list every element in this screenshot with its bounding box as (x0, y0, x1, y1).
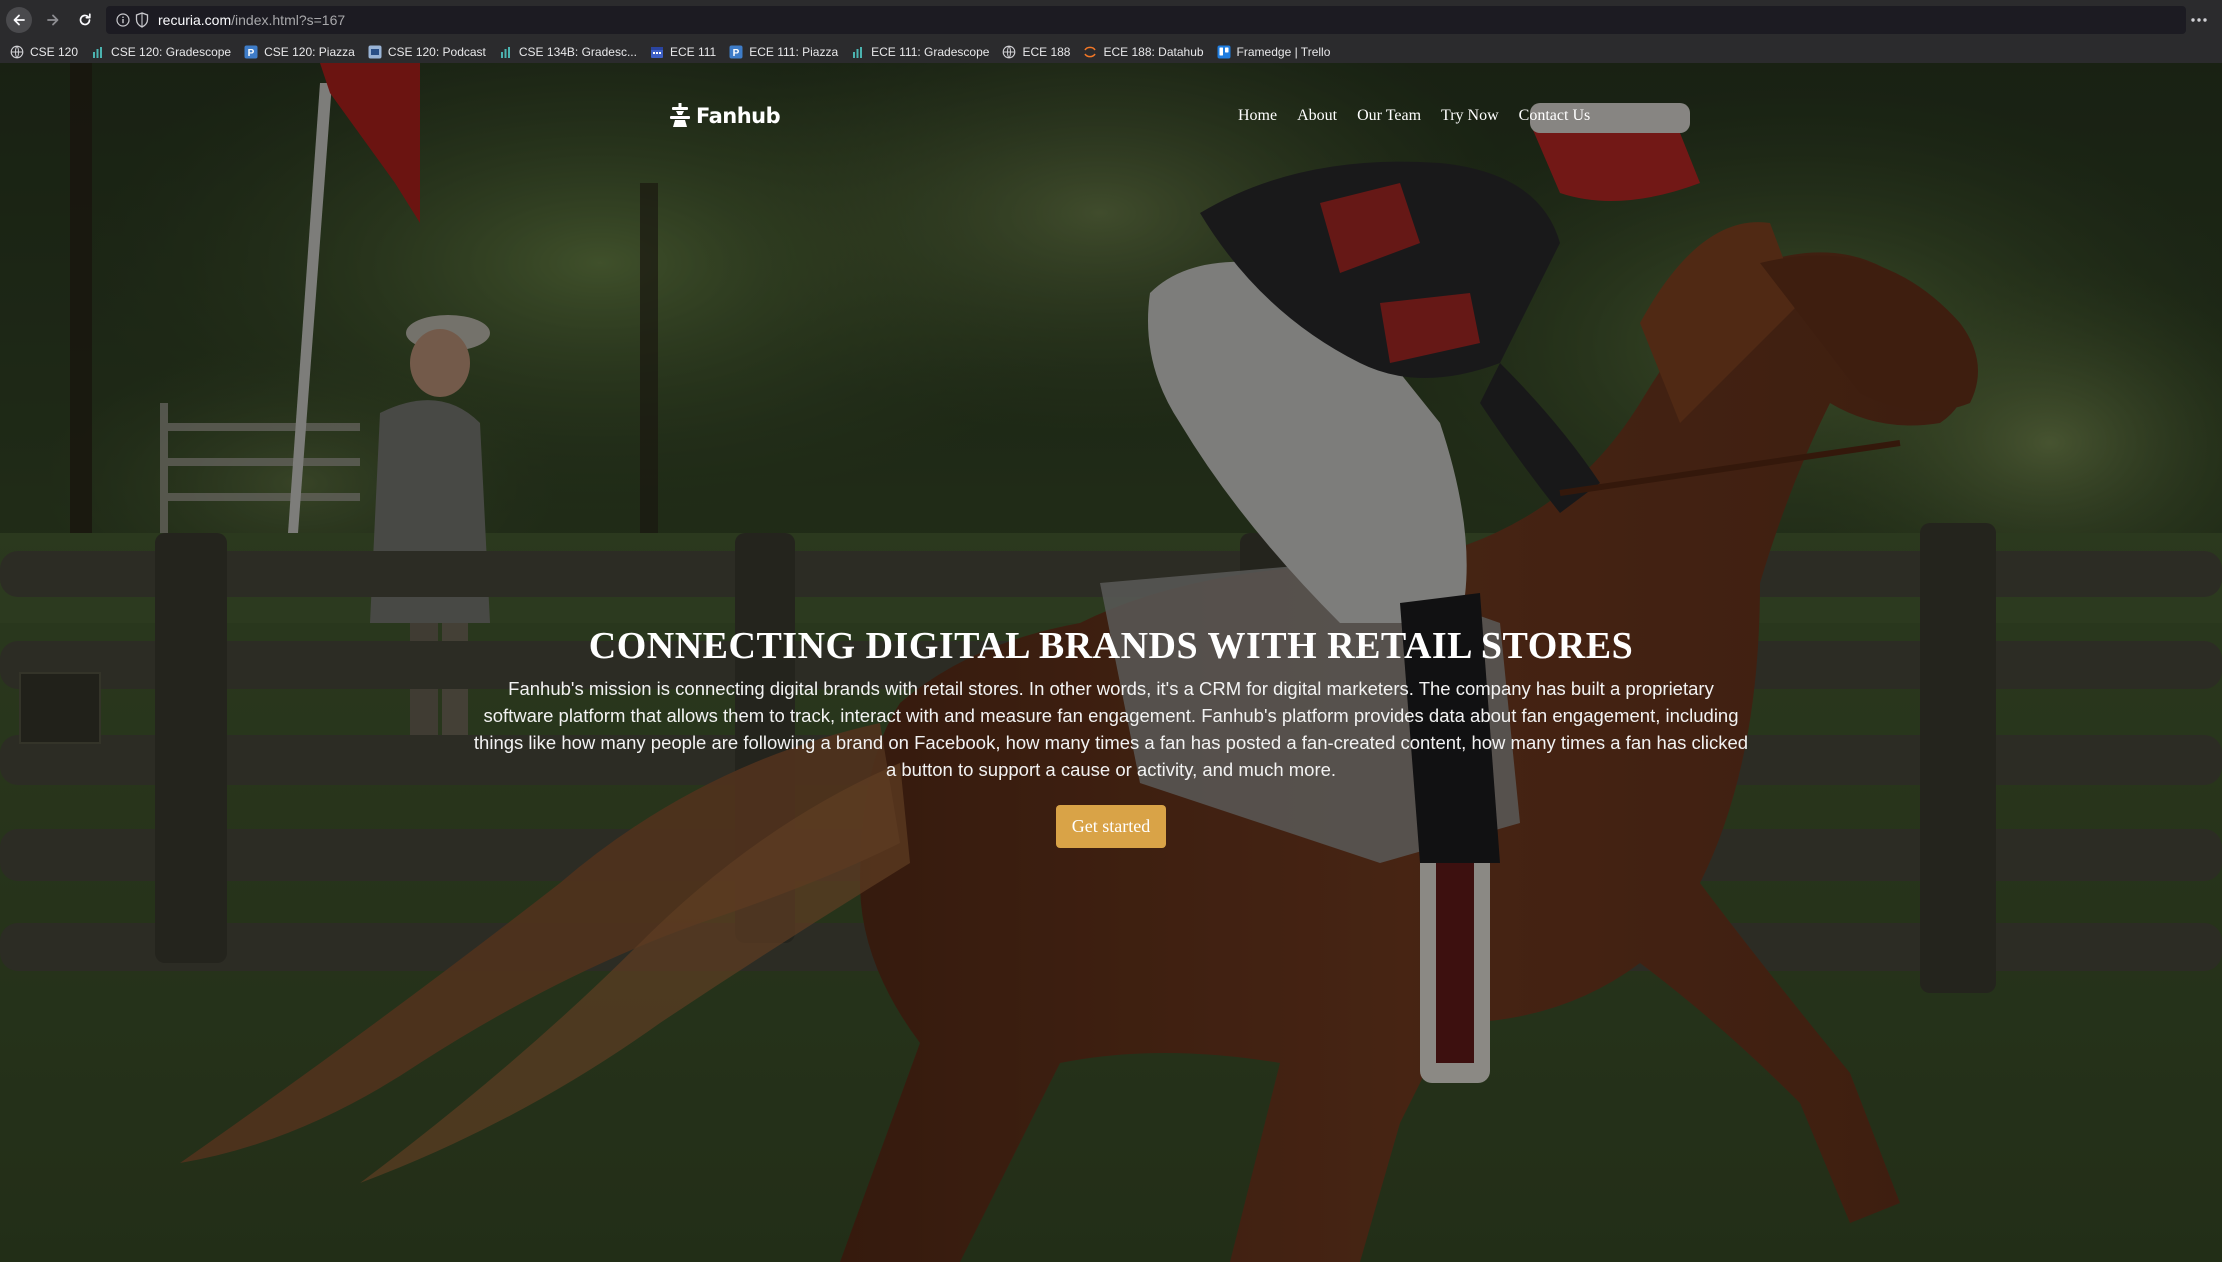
bookmark-label: ECE 111 (669, 44, 717, 59)
bookmark-ece111[interactable]: ECE 111 (650, 42, 716, 61)
main-nav: Home About Our Team Try Now Contact Us (1238, 107, 1610, 125)
url-path: /index.html?s=167 (231, 12, 346, 28)
bookmark-cse120-podcast[interactable]: CSE 120: Podcast (368, 42, 486, 61)
back-button[interactable] (6, 7, 32, 33)
gradescope-icon (853, 46, 863, 58)
bookmark-framedge-trello[interactable]: Framedge | Trello (1217, 42, 1331, 61)
hero-title: CONNECTING DIGITAL BRANDS WITH RETAIL ST… (588, 625, 1634, 667)
bookmarks-bar: CSE 120 CSE 120: Gradescope P CSE 120: P… (0, 40, 2222, 63)
gradescope-icon (93, 46, 103, 58)
page-actions-button[interactable] (2186, 8, 2212, 32)
url-domain: recuria.com (158, 12, 232, 28)
bookmark-label: CSE 120: Podcast (387, 44, 486, 59)
logo-text: Fanhub (696, 104, 781, 128)
gradescope-icon (500, 46, 510, 58)
svg-text:P: P (248, 48, 255, 59)
site-header: Fanhub Home About Our Team Try Now Conta… (0, 63, 2222, 173)
nav-contact-us-link[interactable]: Contact Us (1519, 107, 1591, 125)
nav-try-now-link[interactable]: Try Now (1441, 107, 1499, 125)
nav-our-team-link[interactable]: Our Team (1357, 107, 1421, 125)
hero-description: Fanhub's mission is connecting digital b… (473, 678, 1749, 780)
web-page: Fanhub Home About Our Team Try Now Conta… (0, 63, 2222, 1262)
browser-chrome: recuria.com/index.html?s=167 CSE 120 CSE… (0, 0, 2222, 63)
trello-icon (1217, 45, 1231, 58)
browser-toolbar: recuria.com/index.html?s=167 (0, 0, 2222, 40)
back-arrow-icon (13, 14, 25, 26)
url-text[interactable]: recuria.com/index.html?s=167 (158, 12, 345, 28)
bookmark-cse120-piazza[interactable]: P CSE 120: Piazza (244, 42, 355, 61)
site-logo[interactable]: Fanhub (668, 103, 781, 129)
nav-about-link[interactable]: About (1297, 107, 1337, 125)
forward-button[interactable] (40, 7, 66, 33)
tracking-shield-icon[interactable] (135, 12, 149, 28)
globe-icon (10, 45, 24, 58)
reload-button[interactable] (72, 7, 98, 33)
nav-home-link[interactable]: Home (1238, 107, 1277, 125)
bookmark-label: CSE 120: Piazza (264, 44, 355, 59)
ellipsis-icon (2191, 18, 2207, 22)
bookmark-label: CSE 120 (30, 44, 79, 59)
hero-section: CONNECTING DIGITAL BRANDS WITH RETAIL ST… (0, 623, 2222, 848)
info-icon[interactable] (116, 13, 130, 27)
bookmark-ece111-piazza[interactable]: P ECE 111: Piazza (729, 42, 838, 61)
bookmark-label: CSE 120: Gradescope (111, 44, 232, 59)
jupyter-icon (1084, 46, 1097, 57)
bookmark-ece111-gradescope[interactable]: ECE 111: Gradescope (851, 42, 989, 61)
reload-icon (79, 13, 91, 26)
podcast-icon (368, 45, 382, 58)
calendar-icon (650, 46, 663, 58)
globe-icon (1003, 45, 1016, 58)
get-started-button[interactable]: Get started (1055, 805, 1167, 848)
bookmark-label: Framedge | Trello (1236, 44, 1331, 59)
svg-text:P: P (733, 48, 740, 59)
fanhub-logo-icon (670, 103, 690, 127)
bookmark-cse134b-gradescope[interactable]: CSE 134B: Gradesc... (499, 42, 637, 61)
piazza-icon: P (244, 45, 258, 59)
forward-arrow-icon (47, 14, 59, 26)
bookmark-label: CSE 134B: Gradesc... (518, 44, 637, 59)
bookmark-label: ECE 111: Piazza (749, 44, 839, 59)
bookmark-label: ECE 188 (1022, 44, 1071, 59)
piazza-icon: P (729, 45, 743, 59)
bookmark-label: ECE 111: Gradescope (871, 44, 990, 59)
bookmark-ece188-datahub[interactable]: ECE 188: Datahub (1083, 42, 1204, 61)
url-bar[interactable]: recuria.com/index.html?s=167 (106, 6, 2186, 34)
bookmark-ece188[interactable]: ECE 188 (1002, 42, 1070, 61)
bookmark-cse120-gradescope[interactable]: CSE 120: Gradescope (91, 42, 231, 61)
bookmark-cse120[interactable]: CSE 120 (10, 42, 78, 61)
bookmark-label: ECE 188: Datahub (1103, 44, 1204, 59)
